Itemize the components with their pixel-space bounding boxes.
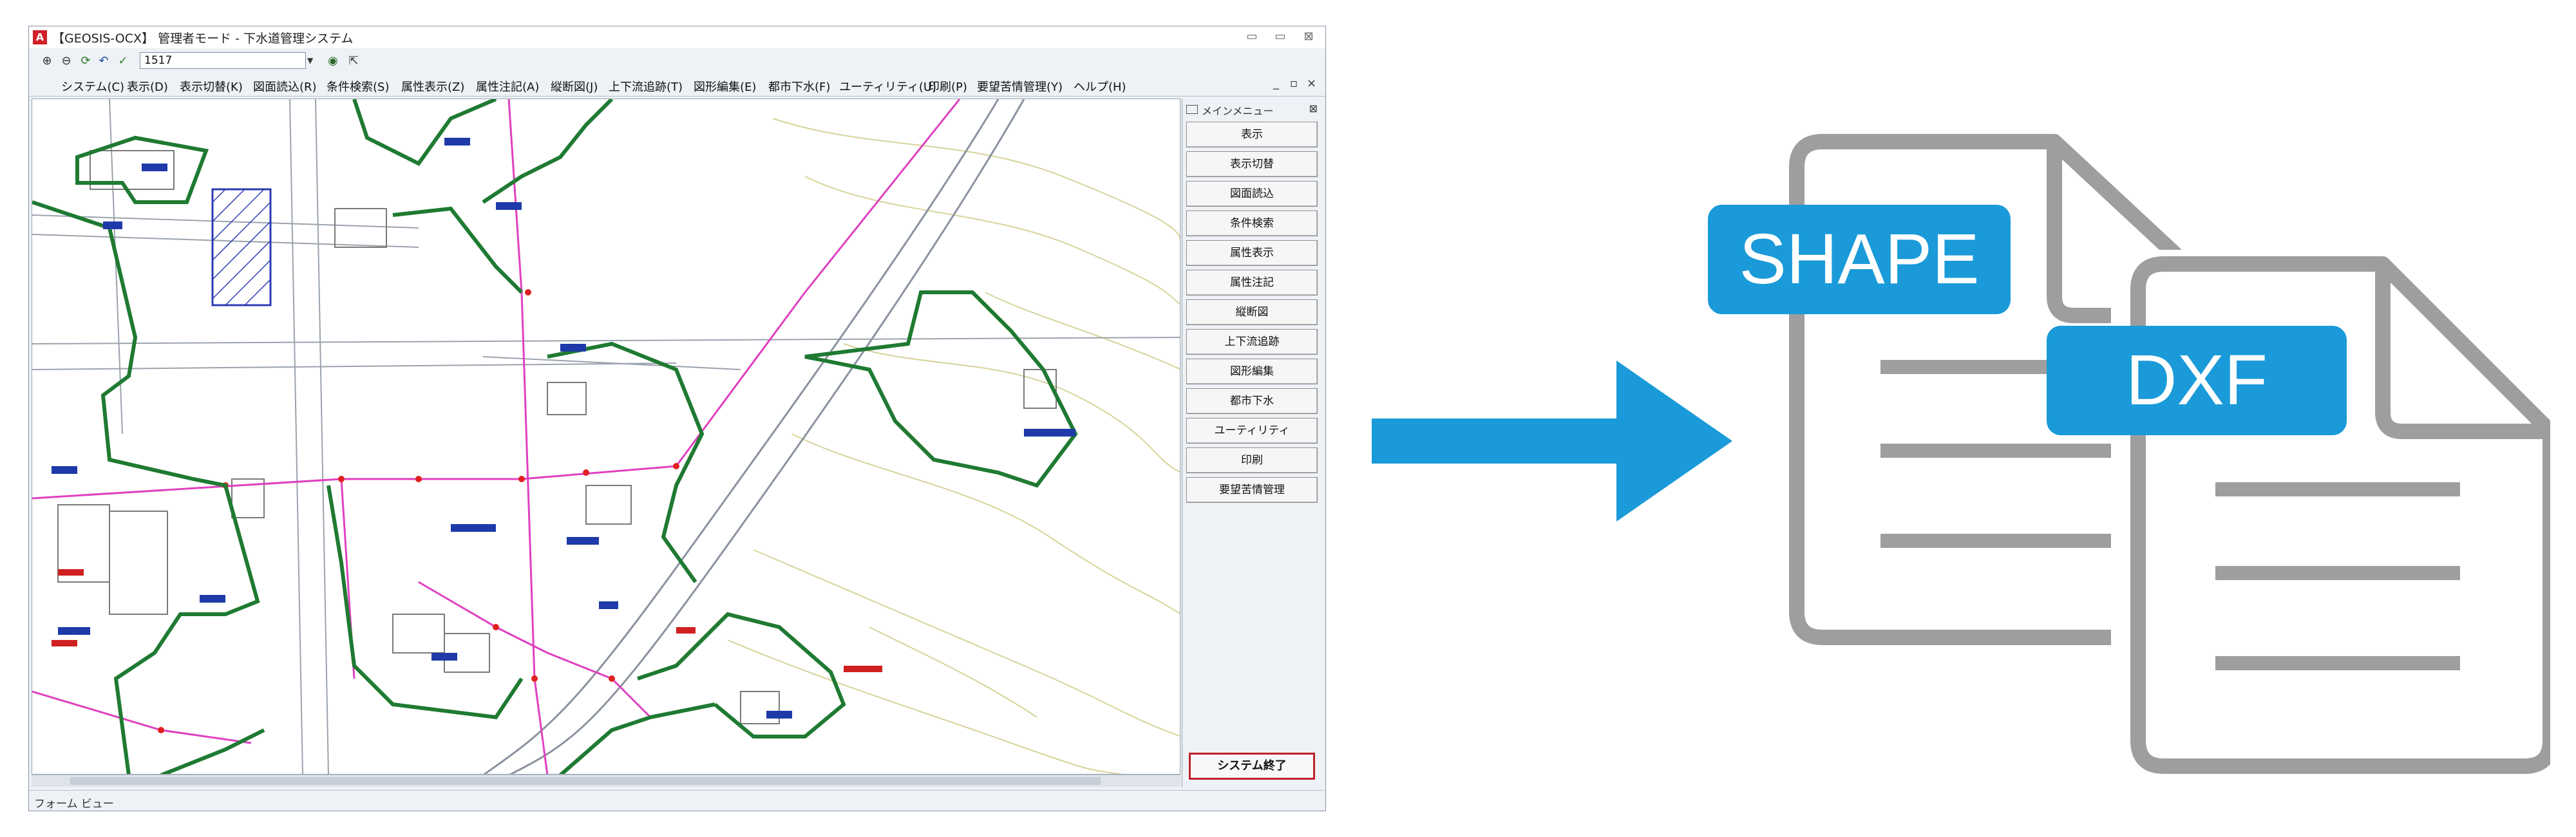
menu-profile[interactable]: 縦断図(J) xyxy=(551,78,598,95)
main-menu-panel: メインメニュー ⊠ 表示 表示切替 図面読込 条件検索 属性表示 属性注記 縦断… xyxy=(1182,99,1325,787)
menu-system[interactable]: システム(C) xyxy=(61,78,124,95)
menu-edit[interactable]: 図形編集(E) xyxy=(694,78,756,95)
mm-print-button[interactable]: 印刷 xyxy=(1186,447,1318,473)
dxf-format-badge: DXF xyxy=(2047,326,2347,435)
globe-icon[interactable]: ◉ xyxy=(325,53,341,69)
status-text: フォーム ビュー xyxy=(34,798,114,811)
mdi-restore-button[interactable]: ▫ xyxy=(1290,77,1298,90)
shape-format-badge: SHAPE xyxy=(1708,205,2011,314)
sewer-map xyxy=(32,99,1180,774)
menu-load[interactable]: 図面読込(R) xyxy=(253,78,317,95)
chevron-down-icon[interactable]: ▼ xyxy=(307,52,317,69)
main-menu-close-button[interactable]: ⊠ xyxy=(1309,102,1318,115)
mm-urban-button[interactable]: 都市下水 xyxy=(1186,388,1318,414)
pointer-icon[interactable]: ⇱ xyxy=(346,53,361,69)
mdi-minimize-button[interactable]: _ xyxy=(1273,77,1279,90)
menu-urban[interactable]: 都市下水(F) xyxy=(768,78,830,95)
restore-button[interactable]: ▭ xyxy=(1267,29,1293,44)
menu-annot[interactable]: 属性注記(A) xyxy=(476,78,539,95)
menu-utility[interactable]: ユーティリティ(U) xyxy=(839,78,936,95)
mm-load-button[interactable]: 図面読込 xyxy=(1186,181,1318,207)
menu-complaint[interactable]: 要望苦情管理(Y) xyxy=(977,78,1063,95)
minimize-button[interactable]: ▭ xyxy=(1239,29,1265,44)
check-icon[interactable]: ✓ xyxy=(115,53,131,69)
arrow-right-icon xyxy=(1372,361,1732,522)
mm-trace-button[interactable]: 上下流追跡 xyxy=(1186,329,1318,355)
mm-utility-button[interactable]: ユーティリティ xyxy=(1186,418,1318,444)
mm-search-button[interactable]: 条件検索 xyxy=(1186,211,1318,236)
menu-trace[interactable]: 上下流追跡(T) xyxy=(609,78,683,95)
main-menu-header: メインメニュー ⊠ xyxy=(1186,102,1318,117)
horizontal-scrollbar[interactable] xyxy=(32,775,1180,787)
scrollbar-thumb[interactable] xyxy=(70,777,1101,785)
menu-attr[interactable]: 属性表示(Z) xyxy=(401,78,464,95)
close-button[interactable]: ⊠ xyxy=(1296,29,1321,44)
mm-view-button[interactable]: 表示 xyxy=(1186,122,1318,147)
mm-annot-button[interactable]: 属性注記 xyxy=(1186,270,1318,296)
menu-search[interactable]: 条件検索(S) xyxy=(327,78,389,95)
window-title: 【GEOSIS-OCX】 管理者モード - 下水道管理システム xyxy=(52,32,354,46)
map-canvas[interactable] xyxy=(32,99,1180,775)
window-icon xyxy=(1186,105,1198,114)
zoom-in-icon[interactable]: ⊕ xyxy=(39,53,55,69)
status-bar: フォーム ビュー xyxy=(29,790,1325,811)
menu-view[interactable]: 表示(D) xyxy=(127,78,168,95)
mm-complaint-button[interactable]: 要望苦情管理 xyxy=(1186,477,1318,503)
app-window: A 【GEOSIS-OCX】 管理者モード - 下水道管理システム ▭ ▭ ⊠ … xyxy=(28,26,1326,811)
menu-switch[interactable]: 表示切替(K) xyxy=(180,78,243,95)
mm-profile-button[interactable]: 縦断図 xyxy=(1186,299,1318,325)
undo-icon[interactable]: ↶ xyxy=(96,53,111,69)
mm-switch-button[interactable]: 表示切替 xyxy=(1186,151,1318,177)
menu-bar: システム(C) 表示(D) 表示切替(K) 図面読込(R) 条件検索(S) 属性… xyxy=(29,74,1325,97)
toolbar: ⊕ ⊖ ⟳ ↶ ✓ 1517 ▼ ◉ ⇱ xyxy=(29,48,1325,75)
mm-attr-button[interactable]: 属性表示 xyxy=(1186,240,1318,266)
zoom-out-icon[interactable]: ⊖ xyxy=(59,53,74,69)
main-menu-title: メインメニュー xyxy=(1202,105,1274,117)
mm-edit-button[interactable]: 図形編集 xyxy=(1186,359,1318,384)
mdi-close-button[interactable]: × xyxy=(1307,77,1316,90)
menu-help[interactable]: ヘルプ(H) xyxy=(1074,78,1126,95)
app-logo-icon: A xyxy=(33,30,47,44)
menu-print[interactable]: 印刷(P) xyxy=(928,78,967,95)
title-bar: A 【GEOSIS-OCX】 管理者モード - 下水道管理システム ▭ ▭ ⊠ xyxy=(29,26,1325,49)
refresh-icon[interactable]: ⟳ xyxy=(78,53,93,69)
system-exit-button[interactable]: システム終了 xyxy=(1189,753,1315,780)
scale-input[interactable]: 1517 xyxy=(140,52,306,69)
